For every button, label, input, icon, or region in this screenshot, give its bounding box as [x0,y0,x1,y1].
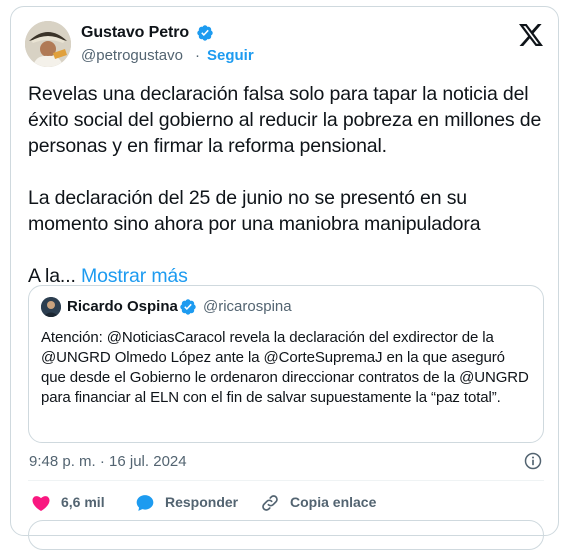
tweet-paragraph: La declaración del 25 de junio no se pre… [28,187,481,235]
tweet-card: Gustavo Petro @petrogustavo · Seguir Rev… [10,6,559,550]
tweet-paragraph: Revelas una declaración falsa solo para … [28,83,542,157]
copy-link-button[interactable]: Copia enlace [260,493,400,513]
quoted-tweet[interactable]: Ricardo Ospina @ricarospina Atención: @N… [28,285,544,443]
author-name[interactable]: Gustavo Petro [81,24,189,42]
author-handle[interactable]: @petrogustavo [81,47,183,64]
like-button[interactable]: 6,6 mil [31,493,121,513]
quote-text: Atención: @NoticiasCaracol revela la dec… [41,329,529,406]
reply-button[interactable]: Responder [135,493,255,513]
verified-badge-icon [180,299,196,315]
tweet-timestamp[interactable]: 9:48 p. m. · 16 jul. 2024 [29,453,187,470]
author-avatar[interactable] [25,21,71,67]
handle-separator: · [195,47,200,64]
tweet-truncated-text: A la... [28,265,76,287]
verified-badge-icon [197,25,213,41]
like-count: 6,6 mil [61,494,105,510]
divider [28,480,544,481]
heart-icon [32,496,50,511]
reply-bubble-icon [136,495,154,511]
follow-button[interactable]: Seguir [207,47,254,64]
quote-author-name[interactable]: Ricardo Ospina [67,298,178,315]
info-icon[interactable] [523,451,543,471]
read-replies-button[interactable] [28,520,544,550]
copy-link-label: Copia enlace [290,494,377,510]
reply-label: Responder [165,494,239,510]
show-more-link[interactable]: Mostrar más [81,265,188,287]
x-logo-icon[interactable] [519,24,543,46]
quote-author-handle[interactable]: @ricarospina [203,298,292,315]
tweet-body: Revelas una declaración falsa solo para … [28,81,548,289]
quote-author-avatar[interactable] [41,297,61,317]
link-icon [262,495,278,511]
